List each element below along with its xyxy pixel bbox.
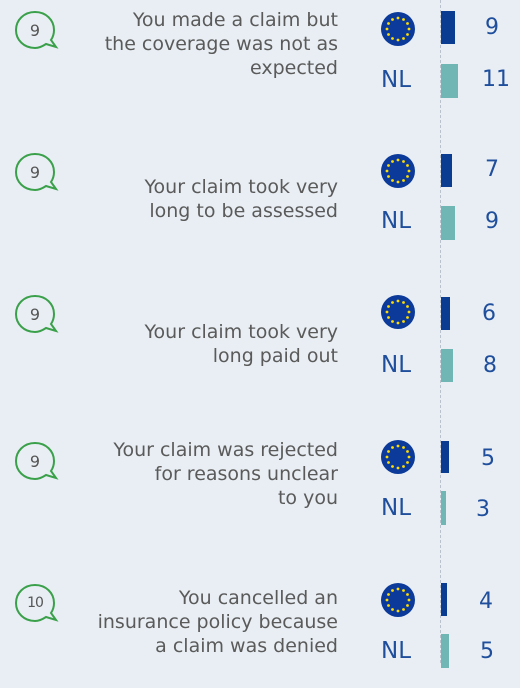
eu-bar — [441, 441, 449, 473]
label-line: You made a claim but — [132, 9, 338, 31]
nl-value: 8 — [483, 353, 497, 378]
nl-value: 11 — [482, 67, 510, 92]
eu-bar — [441, 297, 450, 330]
nl-label: NL — [381, 495, 412, 521]
category-label: Your claim was rejected for reasons uncl… — [48, 438, 338, 510]
label-line: Your claim took very — [144, 176, 338, 198]
eu-value: 9 — [485, 15, 499, 40]
category-label: You made a claim but the coverage was no… — [48, 8, 338, 80]
chart-row-3: 9 Your claim took very long paid out 6 N… — [0, 284, 520, 404]
nl-label: NL — [381, 67, 412, 93]
chart-row-4: 9 Your claim was rejected for reasons un… — [0, 427, 520, 547]
label-line: for reasons unclear — [154, 463, 338, 485]
label-line: expected — [250, 57, 338, 79]
category-label: Your claim took very long paid out — [48, 320, 338, 368]
nl-bar — [441, 206, 455, 240]
chart-row-2: 9 Your claim took very long to be assess… — [0, 142, 520, 262]
label-line: Your claim was rejected — [113, 439, 338, 461]
nl-label: NL — [381, 352, 412, 378]
label-line: the coverage was not as — [104, 33, 338, 55]
label-line: long to be assessed — [149, 200, 338, 222]
chart-row-1: 9 You made a claim but the coverage was … — [0, 0, 520, 120]
eu-value: 7 — [485, 157, 499, 182]
eu-value: 6 — [482, 301, 496, 326]
eu-flag-icon — [380, 582, 416, 618]
nl-value: 9 — [485, 209, 499, 234]
nl-label: NL — [381, 638, 412, 664]
eu-value: 4 — [479, 589, 493, 614]
label-line: insurance policy because — [97, 611, 338, 633]
eu-flag-icon — [380, 153, 416, 189]
nl-value: 5 — [480, 639, 494, 664]
eu-value: 5 — [481, 446, 495, 471]
eu-bar — [441, 583, 447, 616]
eu-bar — [441, 11, 455, 44]
label-line: You cancelled an — [178, 587, 338, 609]
eu-flag-icon — [380, 294, 416, 330]
eu-flag-icon — [380, 439, 416, 475]
nl-bar — [441, 491, 446, 525]
nl-value: 3 — [476, 497, 490, 522]
chart-row-5: 10 You cancelled an insurance policy bec… — [0, 568, 520, 688]
nl-bar — [441, 64, 458, 98]
label-line: to you — [277, 487, 338, 509]
category-label: Your claim took very long to be assessed — [48, 175, 338, 223]
nl-label: NL — [381, 208, 412, 234]
eu-flag-icon — [380, 11, 416, 47]
label-line: long paid out — [212, 345, 338, 367]
category-label: You cancelled an insurance policy becaus… — [48, 586, 338, 658]
eu-bar — [441, 154, 452, 187]
label-line: a claim was denied — [155, 635, 338, 657]
nl-bar — [441, 349, 453, 382]
label-line: Your claim took very — [144, 321, 338, 343]
